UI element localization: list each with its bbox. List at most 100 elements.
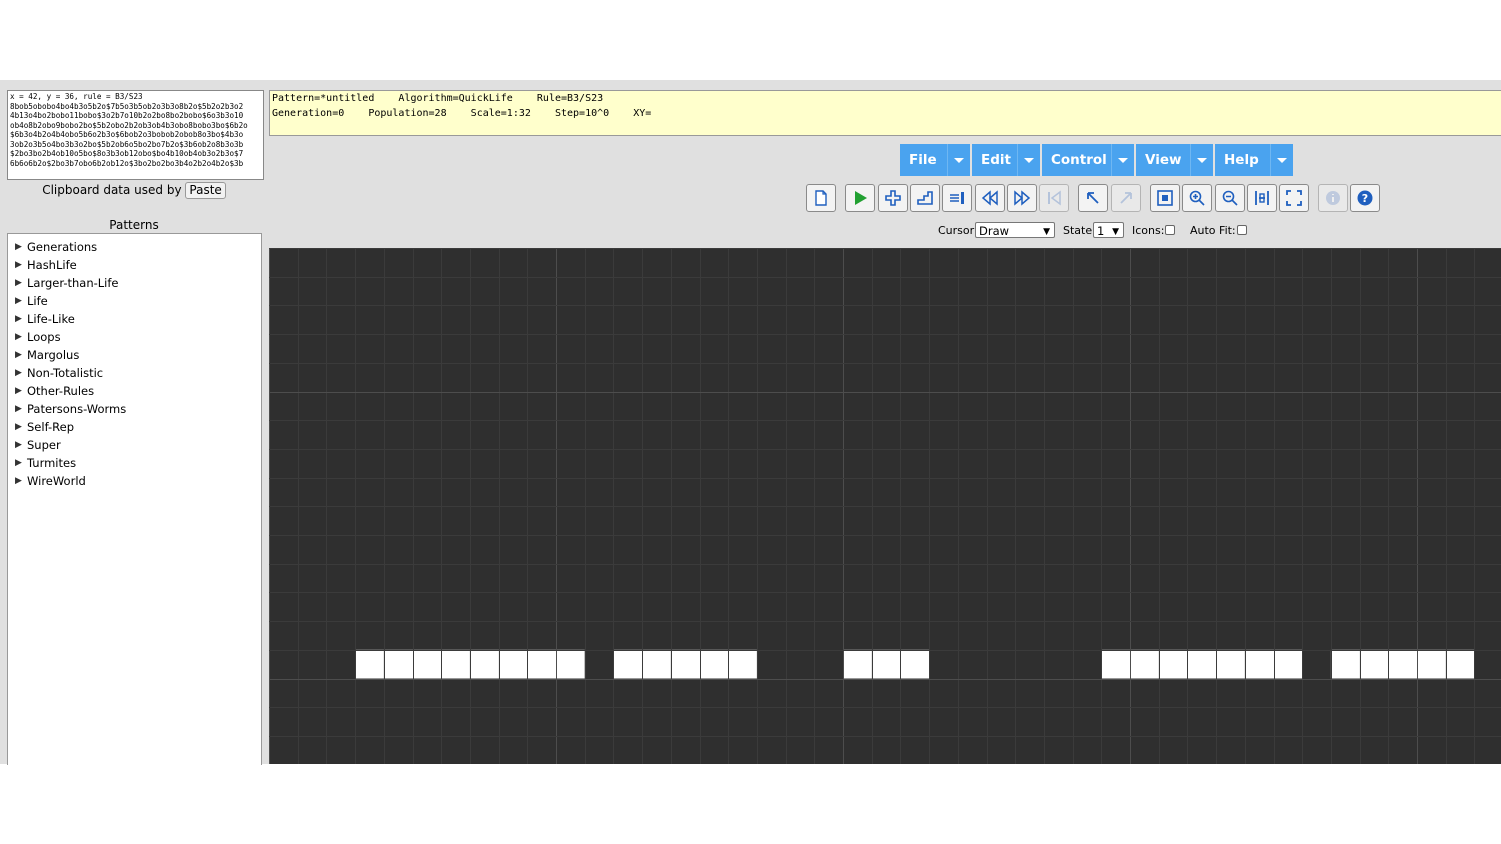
clipboard-line: $6b3o4b2o4b4obo5b6o2b3o$6bob2o3bobob2obo…: [10, 130, 244, 139]
tree-item-label: Super: [27, 438, 61, 452]
cursor-label: Cursor:: [938, 224, 978, 237]
live-cell[interactable]: [1158, 649, 1188, 679]
reset-button[interactable]: [942, 184, 972, 212]
slower-button[interactable]: [975, 184, 1005, 212]
chevron-down-icon[interactable]: [947, 144, 970, 176]
tree-item-larger-than-life[interactable]: ▶ Larger-than-Life: [8, 274, 261, 292]
undo-icon: [1087, 192, 1099, 204]
tree-item-self-rep[interactable]: ▶ Self-Rep: [8, 418, 261, 436]
zoom-in-button[interactable]: [1182, 184, 1212, 212]
expand-triangle-icon[interactable]: ▶: [15, 382, 22, 400]
tree-item-generations[interactable]: ▶ Generations: [8, 238, 261, 256]
status-bar: Pattern=*untitled Algorithm=QuickLife Ru…: [269, 90, 1501, 136]
cursor-select[interactable]: Draw ▼: [975, 222, 1055, 238]
live-cell[interactable]: [498, 649, 528, 679]
undo-button[interactable]: [1078, 184, 1108, 212]
tree-item-other-rules[interactable]: ▶ Other-Rules: [8, 382, 261, 400]
live-cell[interactable]: [1273, 649, 1303, 679]
live-cell[interactable]: [1101, 649, 1130, 679]
live-cell[interactable]: [556, 649, 585, 679]
live-cell[interactable]: [1417, 649, 1446, 679]
live-cell[interactable]: [1359, 649, 1389, 679]
tree-item-life-like[interactable]: ▶ Life-Like: [8, 310, 261, 328]
live-cell[interactable]: [1216, 649, 1245, 679]
chevron-down-icon[interactable]: [1270, 144, 1293, 176]
tree-item-loops[interactable]: ▶ Loops: [8, 328, 261, 346]
expand-triangle-icon[interactable]: ▶: [15, 364, 22, 382]
next-generation-button[interactable]: [878, 184, 908, 212]
live-cell[interactable]: [412, 649, 442, 679]
menu-view[interactable]: View: [1136, 144, 1213, 176]
icons-checkbox[interactable]: [1165, 225, 1175, 235]
expand-triangle-icon[interactable]: ▶: [15, 292, 22, 310]
live-cell[interactable]: [1330, 649, 1360, 679]
tree-item-patersons-worms[interactable]: ▶ Patersons-Worms: [8, 400, 261, 418]
go-to-start-button[interactable]: [1039, 184, 1069, 212]
tree-item-non-totalistic[interactable]: ▶ Non-Totalistic: [8, 364, 261, 382]
chevron-down-icon[interactable]: [1190, 144, 1213, 176]
live-cell[interactable]: [843, 649, 872, 679]
tree-item-wireworld[interactable]: ▶ WireWorld: [8, 472, 261, 490]
chevron-down-icon[interactable]: [1017, 144, 1040, 176]
universe-canvas[interactable]: [269, 248, 1501, 766]
live-cell[interactable]: [670, 649, 700, 679]
live-cell[interactable]: [699, 649, 729, 679]
clipboard-textarea[interactable]: x = 42, y = 36, rule = B3/S23 8bob5obobo4…: [7, 90, 264, 180]
live-cell[interactable]: [1187, 649, 1217, 679]
live-cell[interactable]: [642, 649, 671, 679]
live-cell[interactable]: [527, 649, 556, 679]
live-cell[interactable]: [1445, 649, 1475, 679]
live-cell[interactable]: [871, 649, 901, 679]
live-cell[interactable]: [900, 649, 930, 679]
tree-item-life[interactable]: ▶ Life: [8, 292, 261, 310]
live-cell[interactable]: [1130, 649, 1159, 679]
menu-file[interactable]: File: [900, 144, 970, 176]
next-step-button[interactable]: [910, 184, 940, 212]
clipboard-line: 6b6o6b2o$2bo3b7obo6b2ob12o$3bo2bo2bo3b4o…: [10, 158, 244, 168]
expand-triangle-icon[interactable]: ▶: [15, 310, 22, 328]
expand-triangle-icon[interactable]: ▶: [15, 274, 22, 292]
live-cell[interactable]: [383, 649, 413, 679]
new-pattern-button[interactable]: [806, 184, 836, 212]
autofit-checkbox[interactable]: [1237, 225, 1247, 235]
expand-triangle-icon[interactable]: ▶: [15, 328, 22, 346]
tree-item-turmites[interactable]: ▶ Turmites: [8, 454, 261, 472]
golly-app: x = 42, y = 36, rule = B3/S23 8bob5obobo4…: [0, 80, 1501, 766]
faster-button[interactable]: [1007, 184, 1037, 212]
fullscreen-button[interactable]: [1279, 184, 1309, 212]
expand-triangle-icon[interactable]: ▶: [15, 238, 22, 256]
menu-control[interactable]: Control: [1042, 144, 1134, 176]
live-cell[interactable]: [441, 649, 470, 679]
live-cell[interactable]: [355, 649, 384, 679]
info-button[interactable]: [1318, 184, 1348, 212]
menu-help[interactable]: Help: [1215, 144, 1293, 176]
live-cell[interactable]: [1388, 649, 1417, 679]
help-button[interactable]: ?: [1350, 184, 1380, 212]
expand-triangle-icon[interactable]: ▶: [15, 346, 22, 364]
state-select[interactable]: 1 ▼: [1093, 222, 1124, 238]
tree-item-label: Non-Totalistic: [27, 366, 104, 380]
menu-edit[interactable]: Edit: [972, 144, 1040, 176]
expand-triangle-icon[interactable]: ▶: [15, 472, 22, 490]
expand-triangle-icon[interactable]: ▶: [15, 418, 22, 436]
expand-triangle-icon[interactable]: ▶: [15, 436, 22, 454]
expand-triangle-icon[interactable]: ▶: [15, 400, 22, 418]
expand-triangle-icon[interactable]: ▶: [15, 454, 22, 472]
tree-item-margolus[interactable]: ▶ Margolus: [8, 346, 261, 364]
start-button[interactable]: [845, 184, 875, 212]
zoom-out-button[interactable]: [1215, 184, 1245, 212]
paste-button[interactable]: Paste: [185, 182, 226, 199]
tree-item-super[interactable]: ▶ Super: [8, 436, 261, 454]
clipboard-line: ob4o8b2obo9bobo2bo$5b2obo2b2ob3ob4b3obo8…: [10, 120, 248, 130]
fit-selection-button[interactable]: [1247, 184, 1277, 212]
expand-triangle-icon[interactable]: ▶: [15, 256, 22, 274]
fit-pattern-button[interactable]: [1150, 184, 1180, 212]
menu-file-label: File: [909, 152, 937, 168]
live-cell[interactable]: [469, 649, 499, 679]
live-cell[interactable]: [1244, 649, 1274, 679]
live-cell[interactable]: [728, 649, 757, 679]
tree-item-hashlife[interactable]: ▶ HashLife: [8, 256, 261, 274]
redo-button[interactable]: [1111, 184, 1141, 212]
chevron-down-icon[interactable]: [1111, 144, 1134, 176]
live-cell[interactable]: [613, 649, 643, 679]
